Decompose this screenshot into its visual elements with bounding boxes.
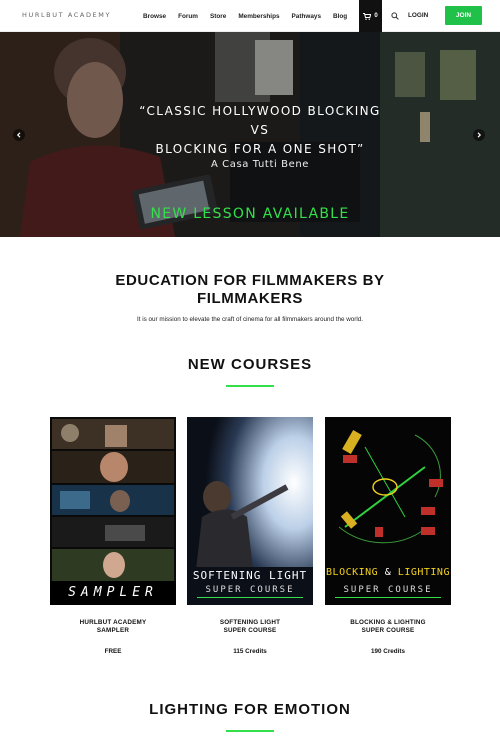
hero-banner[interactable]: “CLASSIC HOLLYWOOD BLOCKING VS BLOCKING … <box>0 32 500 237</box>
course-price-blocking-lighting: 190 Credits <box>371 648 405 655</box>
course-name-sampler[interactable]: HURLBUT ACADEMY SAMPLER <box>50 619 176 635</box>
nav-browse[interactable]: Browse <box>143 13 166 20</box>
softening-light-poster-title: SOFTENING LIGHT <box>192 569 308 582</box>
new-courses-title: NEW COURSES <box>187 356 313 373</box>
poster-underline <box>335 597 441 598</box>
course-name-softening-light[interactable]: SOFTENING LIGHT SUPER COURSE <box>187 619 313 635</box>
carousel-next-button[interactable] <box>473 129 485 141</box>
cart-icon <box>363 12 372 20</box>
hero-subtitle: A Casa Tutti Bene <box>210 159 310 170</box>
blocking-lighting-poster-title: BLOCKING & LIGHTING <box>325 567 451 578</box>
nav-memberships[interactable]: Memberships <box>238 13 279 20</box>
chevron-left-icon <box>16 132 21 138</box>
hero-title-line1: “CLASSIC HOLLYWOOD BLOCKING <box>139 104 381 118</box>
course-price-sampler: FREE <box>104 648 122 655</box>
course-name-blocking-lighting[interactable]: BLOCKING & LIGHTING SUPER COURSE <box>325 619 451 635</box>
cart-count: 0 <box>374 13 378 19</box>
course-name-line2: SUPER COURSE <box>223 627 277 634</box>
sampler-poster-art <box>50 417 176 605</box>
logo[interactable]: HURLBUT ACADEMY <box>22 11 111 19</box>
search-icon <box>391 12 399 20</box>
hero-title-line3: BLOCKING FOR A ONE SHOT” <box>155 142 365 156</box>
login-link[interactable]: LOGIN <box>408 12 428 19</box>
intro-title: EDUCATION FOR FILMMAKERS BY FILMMAKERS <box>115 272 385 307</box>
nav-pathways[interactable]: Pathways <box>292 13 321 20</box>
course-poster-softening-light[interactable]: SOFTENING LIGHT SUPER COURSE <box>187 417 313 605</box>
nav-store[interactable]: Store <box>210 13 226 20</box>
poster-underline <box>197 597 303 598</box>
course-card-blocking-lighting[interactable]: BLOCKING & LIGHTING SUPER COURSE BLOCKIN… <box>325 417 451 655</box>
site-header: HURLBUT ACADEMY Browse Forum Store Membe… <box>0 0 500 32</box>
course-poster-blocking-lighting[interactable]: BLOCKING & LIGHTING SUPER COURSE <box>325 417 451 605</box>
new-courses-underline <box>226 385 274 387</box>
lighting-underline <box>226 730 274 732</box>
course-name-line1: SOFTENING LIGHT <box>219 619 281 626</box>
course-name-line2: SAMPLER <box>96 627 130 634</box>
hero-cta[interactable]: NEW LESSON AVAILABLE <box>0 206 500 222</box>
lighting-for-emotion-title: LIGHTING FOR EMOTION <box>149 701 351 718</box>
cart-button[interactable]: 0 <box>359 0 382 32</box>
course-name-line1: HURLBUT ACADEMY <box>79 619 147 626</box>
course-price-softening-light: 115 Credits <box>233 648 267 655</box>
course-name-line1: BLOCKING & LIGHTING <box>350 619 426 626</box>
search-button[interactable] <box>389 10 401 22</box>
intro-text: It is our mission to elevate the craft o… <box>136 316 364 323</box>
main-nav: Browse Forum Store Memberships Pathways … <box>143 0 359 32</box>
blocking-lighting-poster-sub: SUPER COURSE <box>343 585 433 595</box>
hero-title-line2: VS <box>250 123 270 137</box>
course-card-softening-light[interactable]: SOFTENING LIGHT SUPER COURSE SOFTENING L… <box>187 417 313 655</box>
nav-forum[interactable]: Forum <box>178 13 198 20</box>
join-button[interactable]: JOIN <box>445 6 482 25</box>
poster-title-blocking: BLOCKING <box>326 567 379 578</box>
course-card-sampler[interactable]: SAMPLER HURLBUT ACADEMY SAMPLER FREE <box>50 417 176 655</box>
course-name-line2: SUPER COURSE <box>361 627 415 634</box>
course-poster-sampler[interactable]: SAMPLER <box>50 417 176 605</box>
nav-blog[interactable]: Blog <box>333 13 347 20</box>
carousel-prev-button[interactable] <box>13 129 25 141</box>
chevron-right-icon <box>477 132 482 138</box>
softening-light-poster-sub: SUPER COURSE <box>205 585 295 595</box>
poster-title-amp: & <box>384 567 392 578</box>
poster-title-lighting: LIGHTING <box>397 567 450 578</box>
hero-text: “CLASSIC HOLLYWOOD BLOCKING VS BLOCKING … <box>110 102 410 170</box>
sampler-poster-title: SAMPLER <box>68 585 158 600</box>
